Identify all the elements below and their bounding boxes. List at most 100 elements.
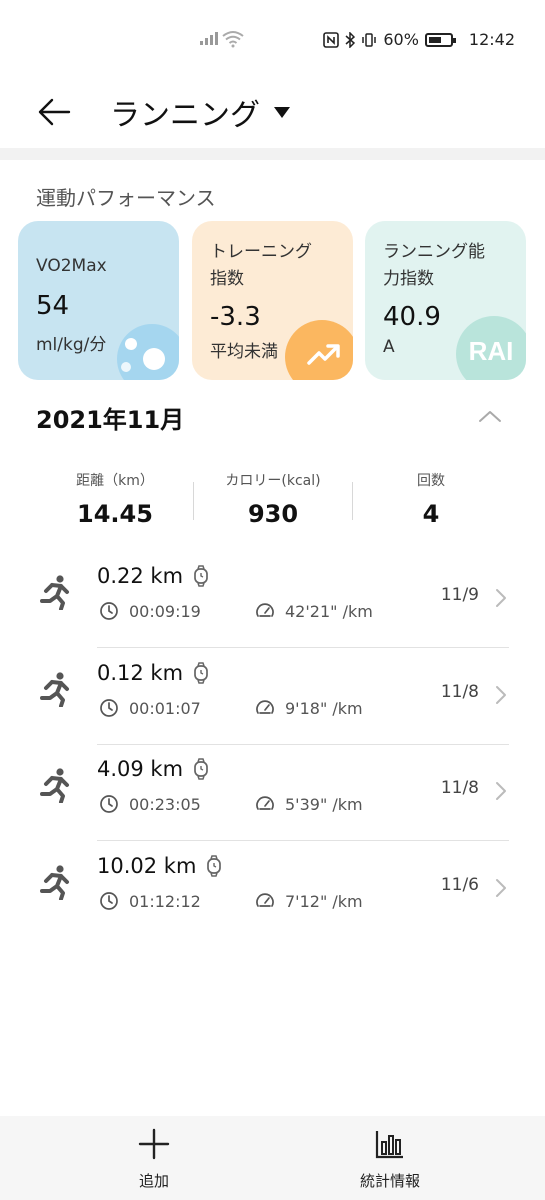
record-date: 11/8 [440,778,479,798]
statistics-label: 統計情報 [359,1172,420,1190]
running-ability-card[interactable]: ランニング能 力指数 40.9 A RAI [365,221,526,380]
battery-percent: 60% [383,30,419,49]
bar-chart-icon [375,1131,403,1159]
summary-count-label: 回数 [417,473,445,489]
runner-icon [40,575,69,610]
clock: 12:42 [468,30,515,49]
clock-icon [100,602,118,620]
runner-icon [40,768,69,803]
page-title: ランニング [110,98,260,133]
vo2max-value: 54 [36,291,70,321]
record-pace-text: 9'18" /km [285,698,363,718]
watch-icon [194,565,208,587]
record-date: 11/9 [440,585,479,605]
record-meta: 00:09:19 42'21" /km [99,601,373,621]
section-divider [0,148,545,160]
performance-section-title: 運動パフォーマンス [36,186,216,210]
record-distance-text: 0.12 km [97,661,184,685]
summary-distance-value: 14.45 [77,500,153,528]
record-duration-text: 00:23:05 [129,794,201,814]
back-button[interactable] [30,88,78,136]
clock-icon [100,892,118,910]
record-duration-text: 00:09:19 [129,601,201,621]
running-ability-label-line2: 力指数 [383,269,434,289]
watch-icon [194,758,208,780]
signal-icon [200,32,218,45]
record-pace-text: 5'39" /km [285,794,363,814]
summary-count: 回数 4 [351,470,511,528]
training-index-label-line1: トレーニング [210,242,312,262]
clock-icon [100,795,118,813]
chevron-right-icon [496,782,506,800]
app-header: ランニング [0,80,545,148]
monthly-summary: 距離（km） 14.45 カロリー(kcal) 930 回数 4 [30,470,515,530]
record-duration: 00:09:19 [99,601,255,621]
runner-icon [40,672,69,707]
speedometer-icon [256,796,274,810]
record-pace: 7'12" /km [255,891,363,911]
record-distance: 0.22 km [97,564,209,588]
statistics-button[interactable]: 統計情報 [320,1128,460,1191]
chevron-right-icon [496,686,506,704]
list-separator [97,647,509,648]
summary-count-value: 4 [422,500,440,528]
chevron-right-icon [496,879,506,897]
record-meta: 00:23:05 5'39" /km [99,794,363,814]
list-item[interactable]: 0.22 km 00:09:19 42'21" /km 11/9 [0,552,545,648]
record-distance: 10.02 km [97,854,222,878]
list-item[interactable]: 0.12 km 00:01:07 9'18" /km 11/8 [0,649,545,745]
list-item[interactable]: 10.02 km 01:12:12 7'12" /km 11/6 [0,842,545,938]
summary-calories-label: カロリー(kcal) [225,473,321,489]
back-arrow-icon [38,98,71,126]
record-duration-text: 01:12:12 [129,891,201,911]
add-label: 追加 [138,1172,169,1190]
summary-calories: カロリー(kcal) 930 [193,470,353,528]
add-button[interactable]: 追加 [84,1128,224,1191]
record-pace-text: 42'21" /km [285,601,373,621]
list-item[interactable]: 4.09 km 00:23:05 5'39" /km 11/8 [0,745,545,841]
chevron-right-icon [496,589,506,607]
speedometer-icon [256,603,274,617]
record-pace: 42'21" /km [255,601,373,621]
collapse-button[interactable] [476,404,504,428]
vibrate-icon [362,32,377,47]
running-ability-label-line1: ランニング能 [383,242,485,262]
nfc-icon [323,31,340,48]
summary-distance-label: 距離（km） [76,473,154,489]
vo2max-card[interactable]: VO2Max 54 ml/kg/分 [18,221,179,380]
vo2max-label: VO2Max [36,256,107,276]
summary-calories-value: 930 [247,500,299,528]
plus-icon [138,1128,170,1160]
bluetooth-icon [345,31,356,48]
record-duration: 01:12:12 [99,891,255,911]
training-index-card[interactable]: トレーニング 指数 -3.3 平均未満 [192,221,353,380]
record-meta: 00:01:07 9'18" /km [99,698,363,718]
speedometer-icon [256,700,274,714]
clock-icon [100,699,118,717]
training-index-label-line2: 指数 [210,269,244,289]
record-distance-text: 4.09 km [97,757,184,781]
runner-icon [40,865,69,900]
workout-type-selector[interactable]: ランニング [110,88,290,136]
summary-distance: 距離（km） 14.45 [35,470,195,528]
record-date: 11/6 [440,875,479,895]
watch-icon [207,855,222,877]
record-duration-text: 00:01:07 [129,698,201,718]
record-duration: 00:01:07 [99,698,255,718]
bottom-toolbar: 追加 統計情報 [0,1116,545,1200]
wifi-icon [222,31,244,48]
month-label: 2021年11月 [36,406,185,434]
record-pace: 9'18" /km [255,698,363,718]
record-distance-text: 10.02 km [97,854,197,878]
status-bar: 60% 12:42 [0,0,545,80]
record-distance: 0.12 km [97,661,209,685]
record-distance: 4.09 km [97,757,209,781]
record-pace-text: 7'12" /km [285,891,363,911]
watch-icon [194,662,208,684]
dropdown-triangle-icon [274,106,290,118]
speedometer-icon [256,893,274,907]
record-pace: 5'39" /km [255,794,363,814]
record-date: 11/8 [440,682,479,702]
record-duration: 00:23:05 [99,794,255,814]
record-meta: 01:12:12 7'12" /km [99,891,363,911]
